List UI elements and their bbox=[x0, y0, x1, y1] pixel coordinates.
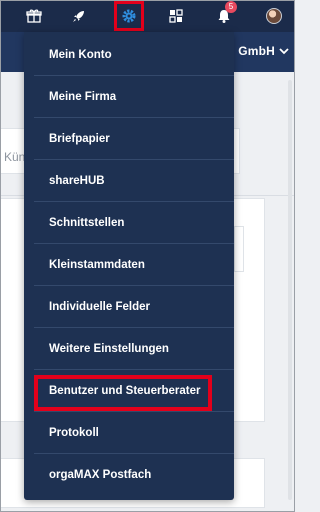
menu-item-sharehub[interactable]: shareHUB bbox=[24, 160, 234, 202]
menu-item-weitere-einstellungen[interactable]: Weitere Einstellungen bbox=[24, 328, 234, 370]
menu-item-individuelle-felder[interactable]: Individuelle Felder bbox=[24, 286, 234, 328]
rocket-icon[interactable] bbox=[67, 4, 91, 28]
notification-badge: 5 bbox=[225, 1, 237, 13]
top-toolbar: 5 bbox=[0, 0, 295, 32]
menu-item-label: Mein Konto bbox=[49, 49, 112, 61]
menu-item-label: Schnittstellen bbox=[49, 217, 125, 229]
menu-item-meine-firma[interactable]: Meine Firma bbox=[24, 76, 234, 118]
menu-item-label: Meine Firma bbox=[49, 91, 117, 103]
menu-item-label: Briefpapier bbox=[49, 133, 110, 145]
chevron-down-icon[interactable] bbox=[279, 46, 289, 56]
menu-item-label: Weitere Einstellungen bbox=[49, 343, 169, 355]
background-search-text: Kün bbox=[4, 150, 26, 164]
menu-item-label: Kleinstammdaten bbox=[49, 259, 145, 271]
apps-grid-icon[interactable] bbox=[164, 4, 188, 28]
company-name[interactable]: GmbH bbox=[238, 44, 275, 58]
menu-item-orgamax-postfach[interactable]: orgaMAX Postfach bbox=[24, 454, 234, 496]
gift-icon[interactable] bbox=[22, 4, 46, 28]
menu-item-label: Benutzer und Steuerberater bbox=[49, 385, 201, 397]
settings-dropdown-menu: Mein Konto Meine Firma Briefpapier share… bbox=[24, 32, 234, 500]
user-menu[interactable] bbox=[262, 4, 286, 28]
settings-gear-icon[interactable] bbox=[114, 1, 144, 31]
menu-item-schnittstellen[interactable]: Schnittstellen bbox=[24, 202, 234, 244]
background-input bbox=[234, 226, 244, 272]
bell-icon[interactable]: 5 bbox=[212, 1, 237, 28]
page-scrollbar[interactable] bbox=[288, 80, 292, 500]
menu-item-label: Protokoll bbox=[49, 427, 99, 439]
menu-item-benutzer-und-steuerberater[interactable]: Benutzer und Steuerberater bbox=[24, 370, 234, 412]
menu-item-briefpapier[interactable]: Briefpapier bbox=[24, 118, 234, 160]
avatar bbox=[266, 8, 282, 24]
menu-item-label: Individuelle Felder bbox=[49, 301, 150, 313]
menu-item-protokoll[interactable]: Protokoll bbox=[24, 412, 234, 454]
menu-item-kleinstammdaten[interactable]: Kleinstammdaten bbox=[24, 244, 234, 286]
menu-item-label: orgaMAX Postfach bbox=[49, 469, 152, 481]
menu-item-mein-konto[interactable]: Mein Konto bbox=[24, 34, 234, 76]
menu-item-label: shareHUB bbox=[49, 175, 105, 187]
